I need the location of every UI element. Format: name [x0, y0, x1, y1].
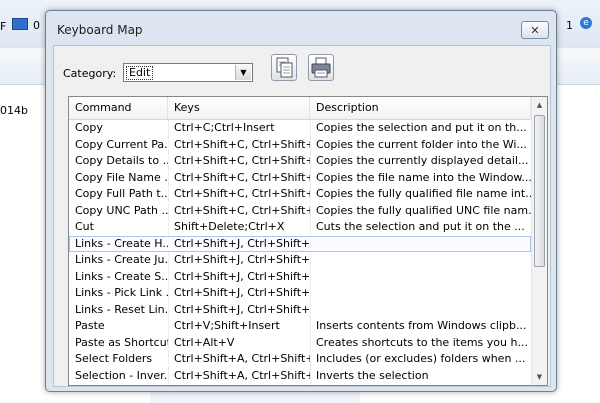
- table-row[interactable]: Cut Shift+Delete;Ctrl+X Cuts the selection…: [69, 219, 531, 236]
- description-cell: Creates shortcuts to the items you h...: [316, 335, 528, 349]
- description-cell: Copies the file name into the Window...: [316, 170, 531, 184]
- table-row[interactable]: Copy Current Pa... Ctrl+Shift+C, Ctrl+Shi…: [69, 137, 531, 154]
- monitor-icon[interactable]: [12, 18, 28, 30]
- keys-cell: Ctrl+Shift+A, Ctrl+Shift+O: [174, 352, 310, 365]
- table-row[interactable]: Paste as Shortcut Ctrl+Alt+V Creates short…: [69, 335, 531, 352]
- background-f-label: F: [0, 20, 7, 33]
- command-cell: Copy Details to ...: [75, 154, 168, 167]
- table-row[interactable]: Copy Ctrl+C;Ctrl+Insert Copies the selecti…: [69, 120, 531, 137]
- description-cell: Copies the current folder into the Wi...: [316, 137, 527, 151]
- copy-button[interactable]: [271, 54, 297, 81]
- command-cell: Paste: [75, 319, 105, 332]
- command-cell: Links - Create H...: [75, 236, 168, 250]
- command-cell: Copy Current Pa...: [75, 137, 168, 151]
- keys-cell: Ctrl+Shift+C, Ctrl+Shift+D: [174, 154, 310, 167]
- command-cell: Copy Full Path t...: [75, 187, 168, 200]
- keys-cell: Shift+Delete;Ctrl+X: [174, 220, 285, 233]
- printer-icon: [311, 57, 331, 78]
- scrollbar-thumb[interactable]: [534, 115, 545, 267]
- table-row[interactable]: Links - Create S... Ctrl+Shift+J, Ctrl+Sh…: [69, 269, 531, 286]
- keyboard-map-list[interactable]: Command Keys Description Copy Ctrl+C;Ctrl…: [68, 96, 548, 386]
- description-cell: Cuts the selection and put it on the ...: [316, 220, 525, 233]
- command-cell: Cut: [75, 220, 94, 233]
- list-rows: Copy Ctrl+C;Ctrl+Insert Copies the selecti…: [69, 120, 531, 384]
- command-cell: Links - Pick Link ...: [75, 286, 168, 299]
- description-cell: Copies the currently displayed detail...: [316, 154, 529, 167]
- table-row[interactable]: Select Folders Ctrl+Shift+A, Ctrl+Shift+O…: [69, 351, 531, 368]
- table-row[interactable]: Copy File Name ... Ctrl+Shift+C, Ctrl+Shi…: [69, 170, 531, 187]
- close-button[interactable]: ✕: [521, 21, 549, 39]
- keys-cell: Ctrl+V;Shift+Insert: [174, 319, 280, 332]
- background-zero-label: 0: [33, 19, 40, 32]
- keys-cell: Ctrl+Shift+J, Ctrl+Shift+H: [174, 236, 310, 250]
- table-row[interactable]: Links - Create Ju... Ctrl+Shift+J, Ctrl+S…: [69, 252, 531, 269]
- keys-cell: Ctrl+Shift+C, Ctrl+Shift+O: [174, 137, 310, 151]
- copy-icon: [276, 57, 293, 78]
- command-cell: Links - Create Ju...: [75, 253, 168, 266]
- command-cell: Links - Reset Lin...: [75, 302, 168, 316]
- keys-cell: Ctrl+Alt+V: [174, 335, 235, 349]
- table-row[interactable]: Links - Create H... Ctrl+Shift+J, Ctrl+Sh…: [69, 235, 531, 252]
- scroll-down-icon[interactable]: ▼: [532, 369, 547, 385]
- keys-cell: Ctrl+Shift+A, Ctrl+Shift+U: [174, 368, 310, 382]
- keys-cell: Ctrl+Shift+J, Ctrl+Shift+A: [174, 253, 310, 266]
- table-row[interactable]: Paste Ctrl+V;Shift+Insert Inserts contents…: [69, 318, 531, 335]
- description-cell: Includes (or excludes) folders when ...: [316, 352, 526, 365]
- background-left-text: 014b: [0, 104, 28, 117]
- category-value: Edit: [126, 66, 154, 80]
- category-select[interactable]: Edit ▼: [123, 63, 253, 82]
- keys-cell: Ctrl+Shift+C, Ctrl+Shift+P: [174, 187, 310, 200]
- command-cell: Copy UNC Path ...: [75, 203, 168, 217]
- background-right-number: 1: [566, 19, 573, 32]
- keys-cell: Ctrl+Shift+C, Ctrl+Shift+U: [174, 203, 310, 217]
- keyboard-map-dialog: Keyboard Map ✕ Category: Edit ▼ Command …: [45, 10, 557, 392]
- close-icon: ✕: [530, 24, 540, 37]
- command-cell: Select Folders: [75, 352, 153, 365]
- command-cell: Links - Create S...: [75, 269, 168, 283]
- table-row[interactable]: Links - Pick Link ... Ctrl+Shift+J, Ctrl+…: [69, 285, 531, 302]
- ie-icon[interactable]: e: [580, 17, 592, 29]
- description-cell: Inserts contents from Windows clipb...: [316, 319, 527, 332]
- column-header-description[interactable]: Description: [310, 97, 531, 119]
- keys-cell: Ctrl+Shift+J, Ctrl+Shift+P: [174, 286, 310, 299]
- description-cell: Copies the fully qualified file name int…: [316, 187, 531, 200]
- scroll-up-icon[interactable]: ▲: [532, 97, 547, 113]
- vertical-scrollbar[interactable]: ▲ ▼: [531, 97, 547, 385]
- table-row[interactable]: Links - Reset Lin... Ctrl+Shift+J, Ctrl+S…: [69, 302, 531, 319]
- category-label: Category:: [63, 67, 117, 80]
- list-header: Command Keys Description: [69, 97, 531, 120]
- keys-cell: Ctrl+Shift+J, Ctrl+Shift+S: [174, 269, 310, 283]
- chevron-down-icon[interactable]: ▼: [235, 65, 251, 80]
- command-cell: Copy File Name ...: [75, 170, 168, 184]
- keys-cell: Ctrl+Shift+J, Ctrl+Shift+R: [174, 302, 310, 316]
- description-cell: Copies the selection and put it on th...: [316, 121, 527, 134]
- table-row[interactable]: Copy UNC Path ... Ctrl+Shift+C, Ctrl+Shif…: [69, 203, 531, 220]
- command-cell: Paste as Shortcut: [75, 335, 168, 349]
- keys-cell: Ctrl+Shift+C, Ctrl+Shift+N: [174, 170, 310, 184]
- table-row[interactable]: Selection - Inver... Ctrl+Shift+A, Ctrl+S…: [69, 368, 531, 385]
- dialog-client-area: Category: Edit ▼ Command Keys Descriptio…: [53, 45, 551, 387]
- column-header-command[interactable]: Command: [69, 97, 168, 119]
- description-cell: Inverts the selection: [316, 368, 429, 382]
- description-cell: Copies the fully qualified UNC file nam.…: [316, 203, 531, 217]
- table-row[interactable]: Copy Details to ... Ctrl+Shift+C, Ctrl+Sh…: [69, 153, 531, 170]
- dialog-title: Keyboard Map: [57, 23, 143, 37]
- command-cell: Selection - Inver...: [75, 368, 168, 382]
- column-header-keys[interactable]: Keys: [168, 97, 310, 119]
- keys-cell: Ctrl+C;Ctrl+Insert: [174, 121, 275, 134]
- table-row[interactable]: Copy Full Path t... Ctrl+Shift+C, Ctrl+Sh…: [69, 186, 531, 203]
- dialog-titlebar[interactable]: Keyboard Map ✕: [46, 11, 556, 45]
- command-cell: Copy: [75, 121, 103, 134]
- print-button[interactable]: [308, 54, 334, 81]
